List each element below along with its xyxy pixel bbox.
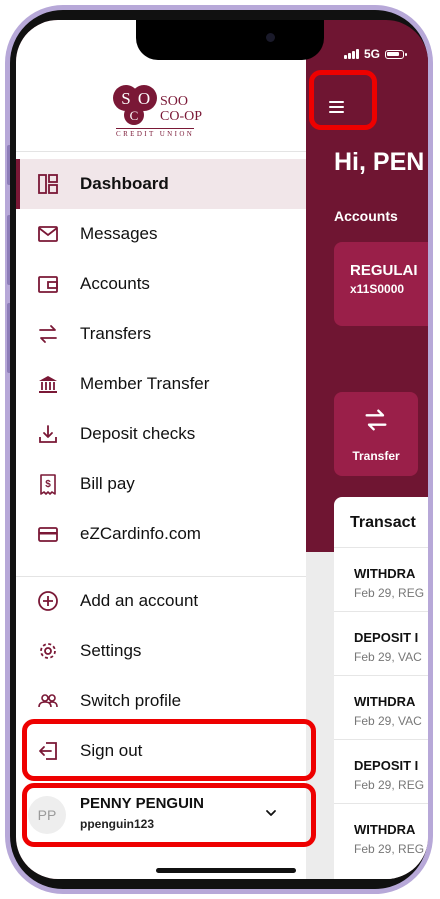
- logo-mark-icon: S O C: [113, 85, 157, 125]
- accounts-label: Accounts: [334, 208, 398, 224]
- highlight-menu-button: [309, 70, 377, 130]
- receipt-icon: $: [37, 473, 59, 495]
- dashboard-background: Hi, PEN Accounts REGULAI x11S0000 Transf…: [306, 20, 428, 879]
- transfer-arrows-icon: [365, 409, 387, 431]
- bank-icon: [37, 373, 59, 395]
- notch: [136, 20, 324, 60]
- nav-item-messages[interactable]: Messages: [16, 209, 306, 259]
- download-icon: [37, 423, 59, 445]
- nav-label: Bill pay: [80, 474, 135, 493]
- signal-icon: [343, 49, 359, 59]
- transaction-title: WITHDRA: [354, 822, 416, 837]
- logo-line-2: CO-OP: [160, 109, 203, 124]
- transaction-row[interactable]: WITHDRA Feb 29, REG: [334, 803, 428, 868]
- transaction-title: DEPOSIT I: [354, 630, 419, 645]
- nav-label: Dashboard: [80, 174, 169, 193]
- svg-text:S: S: [121, 89, 130, 108]
- transaction-date: Feb 29, REG: [354, 586, 425, 600]
- transfer-button[interactable]: Transfer: [334, 392, 418, 476]
- nav-label: Member Transfer: [80, 374, 210, 393]
- wallet-icon: [37, 273, 59, 295]
- transaction-title: DEPOSIT I: [354, 758, 419, 773]
- nav-label: Deposit checks: [80, 424, 196, 443]
- status-bar: 5G: [343, 47, 407, 61]
- account-card[interactable]: REGULAI x11S0000: [334, 242, 428, 326]
- network-label: 5G: [363, 47, 380, 61]
- transaction-row[interactable]: DEPOSIT I Feb 29, REG: [334, 739, 428, 804]
- transaction-date: Feb 29, REG: [354, 842, 425, 856]
- camera: [266, 33, 275, 42]
- logo-subtitle: CREDIT UNION: [116, 128, 195, 138]
- gear-icon: [37, 640, 59, 662]
- transaction-row[interactable]: WITHDRA Feb 29, REG: [334, 547, 428, 612]
- nav-item-add-account[interactable]: Add an account: [16, 576, 306, 626]
- nav-label: Switch profile: [80, 691, 182, 710]
- nav-label: Transfers: [80, 324, 152, 343]
- transactions-title: Transact: [350, 514, 416, 531]
- battery-icon: [385, 49, 407, 59]
- svg-text:C: C: [130, 108, 139, 123]
- transaction-row[interactable]: DEPOSIT I Feb 29, VAC: [334, 611, 428, 676]
- transaction-date: Feb 29, REG: [354, 778, 425, 792]
- transaction-title: WITHDRA: [354, 694, 416, 709]
- nav-item-transfers[interactable]: Transfers: [16, 309, 306, 359]
- nav-item-bill-pay[interactable]: $ Bill pay: [16, 459, 306, 509]
- nav-item-member-transfer[interactable]: Member Transfer: [16, 359, 306, 409]
- nav-item-accounts[interactable]: Accounts: [16, 259, 306, 309]
- greeting: Hi, PEN: [334, 148, 425, 176]
- nav-label: Add an account: [80, 591, 199, 610]
- dashboard-icon: [37, 173, 59, 195]
- transfer-arrows-icon: [37, 323, 59, 345]
- logo-line-1: SOO: [160, 94, 189, 109]
- transaction-date: Feb 29, VAC: [354, 650, 422, 664]
- soo-coop-logo: S O C SOO CO-OP CREDIT UNION: [112, 82, 212, 142]
- envelope-icon: [37, 223, 59, 245]
- highlight-profile: [22, 783, 316, 847]
- users-icon: [37, 690, 59, 712]
- nav-item-ezcardinfo[interactable]: eZCardinfo.com: [16, 509, 306, 559]
- nav-item-deposit-checks[interactable]: Deposit checks: [16, 409, 306, 459]
- nav-item-dashboard[interactable]: Dashboard: [16, 159, 306, 209]
- nav-item-settings[interactable]: Settings: [16, 626, 306, 676]
- transaction-title: WITHDRA: [354, 566, 416, 581]
- nav-label: Settings: [80, 641, 142, 660]
- svg-text:$: $: [45, 479, 51, 490]
- account-name: REGULAI: [350, 262, 418, 279]
- svg-text:O: O: [138, 89, 150, 108]
- logo-wordmark: SOO CO-OP: [160, 94, 202, 124]
- transaction-date: Feb 29, VAC: [354, 714, 422, 728]
- transaction-row[interactable]: WITHDRA Feb 29, VAC: [334, 675, 428, 740]
- home-indicator: [156, 868, 296, 873]
- credit-card-icon: [37, 523, 59, 545]
- account-number: x11S0000: [350, 282, 405, 296]
- transactions-card: Transact WITHDRA Feb 29, REG DEPOSIT I F…: [334, 497, 428, 879]
- divider: [16, 151, 306, 152]
- plus-circle-icon: [37, 590, 59, 612]
- highlight-sign-out: [22, 719, 316, 781]
- nav-label: Accounts: [80, 274, 150, 293]
- transfer-label: Transfer: [352, 449, 400, 463]
- nav-label: eZCardinfo.com: [80, 524, 201, 543]
- nav-label: Messages: [80, 224, 158, 243]
